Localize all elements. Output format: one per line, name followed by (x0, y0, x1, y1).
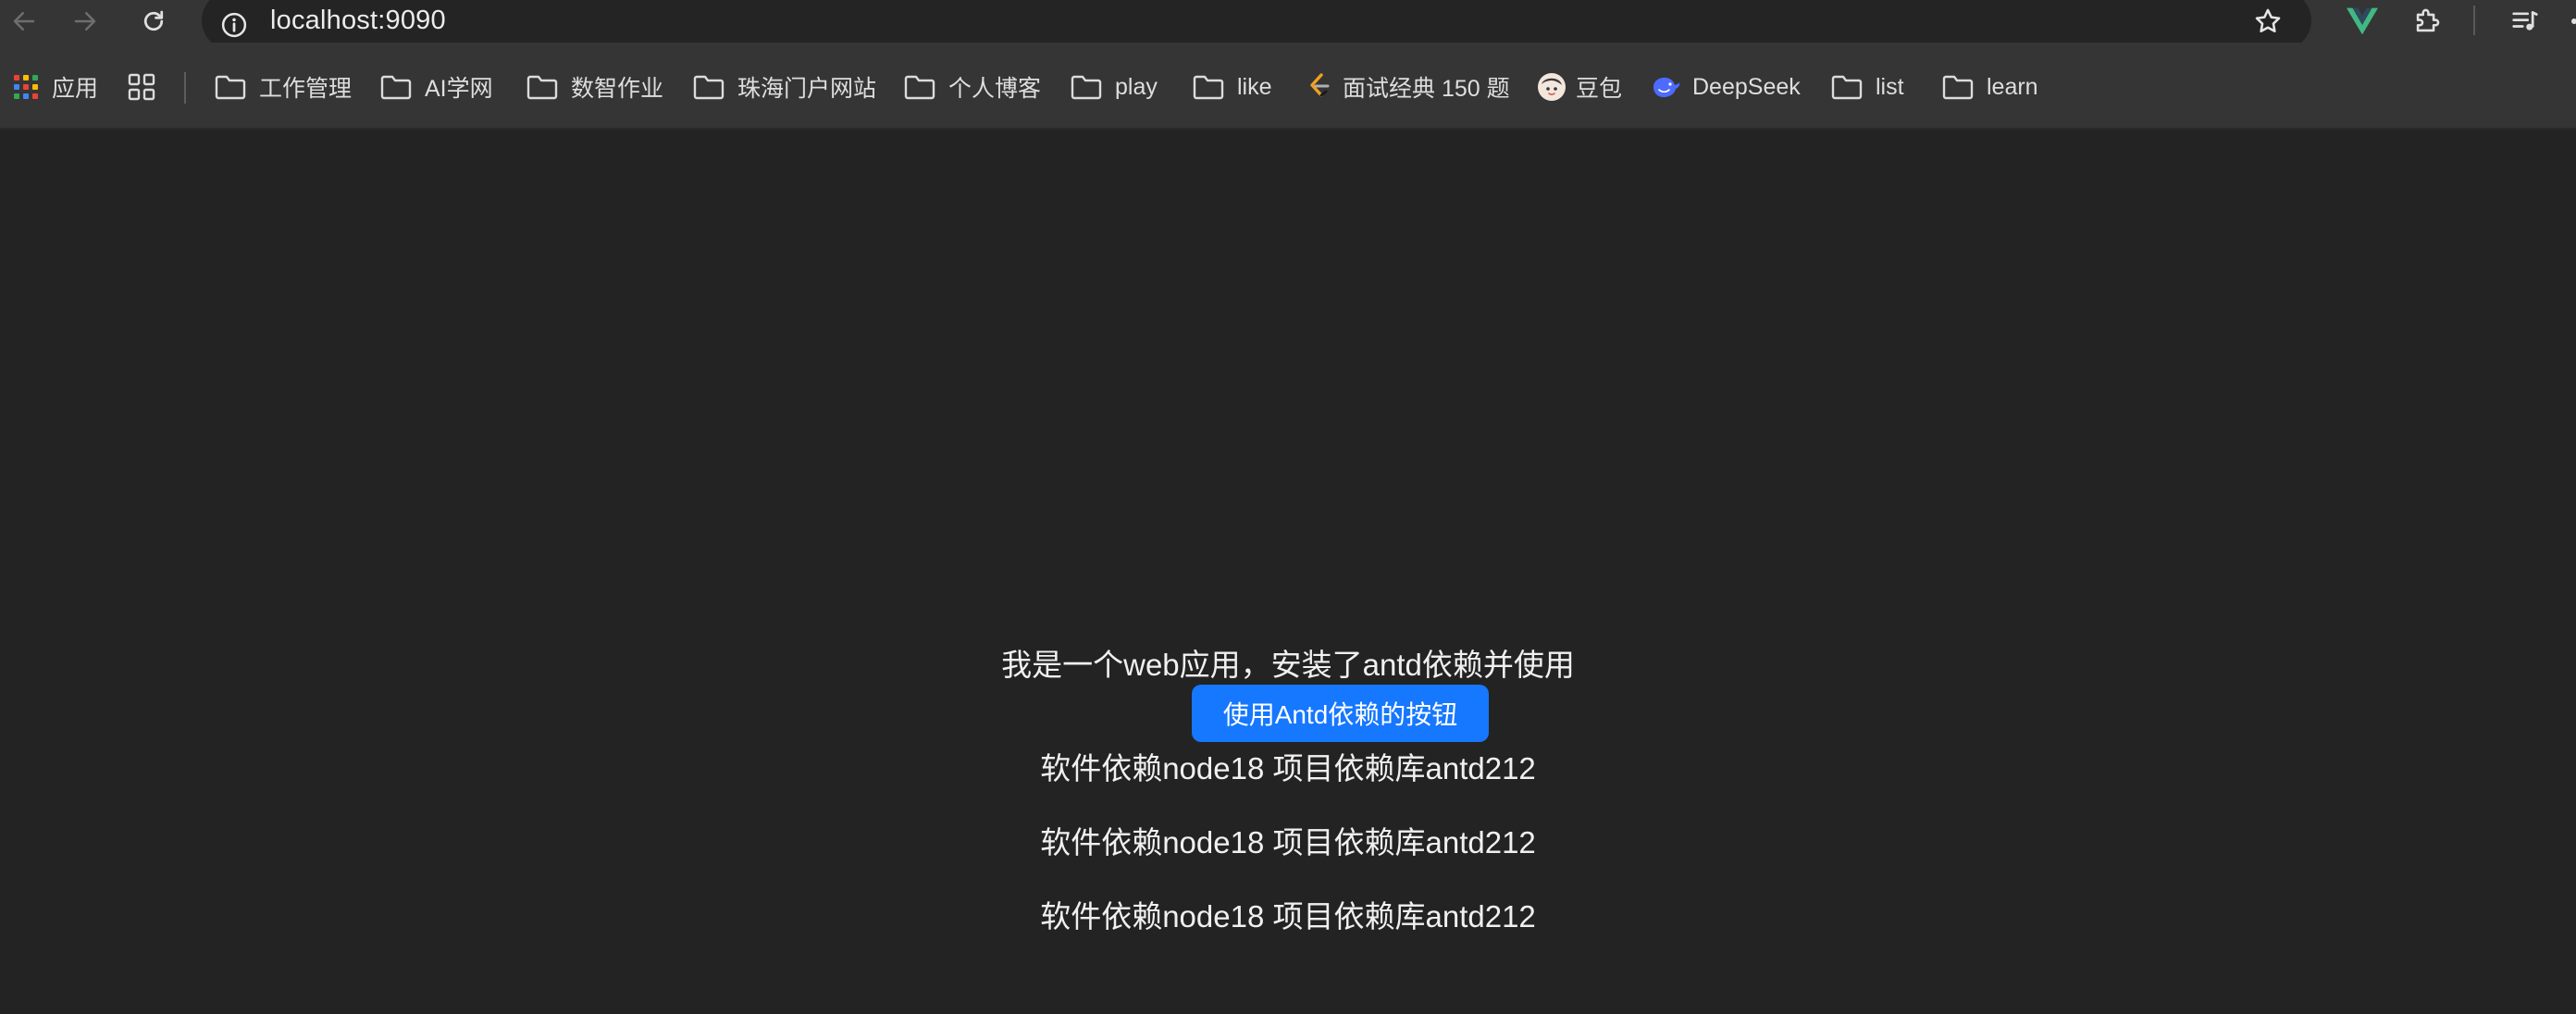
reload-button[interactable] (130, 0, 178, 43)
toolbar-divider (2473, 6, 2475, 35)
folder-icon (904, 74, 935, 100)
bookmarks-divider (184, 72, 186, 104)
url-text[interactable]: localhost:9090 (270, 6, 446, 36)
site-info-icon[interactable] (220, 11, 248, 43)
folder-icon (1831, 74, 1863, 100)
back-button[interactable] (0, 0, 48, 43)
folder-icon (526, 74, 558, 100)
bookmark-folder-ai[interactable]: AI学网 (380, 70, 493, 104)
apps-grid-icon (13, 74, 39, 100)
page-content: 我是一个web应用，安装了antd依赖并使用 使用Antd依赖的按钮 软件依赖n… (0, 130, 2576, 1014)
puzzle-icon (2416, 8, 2440, 32)
bookmark-label: 应用 (52, 76, 99, 102)
bookmark-label: 豆包 (1576, 76, 1623, 102)
bookmark-folder-list[interactable]: list (1831, 70, 1904, 104)
extensions-button[interactable] (2406, 0, 2448, 43)
bookmark-label: 数智作业 (571, 76, 664, 102)
profile-menu-button[interactable] (2559, 0, 2576, 43)
folder-icon (1193, 74, 1224, 100)
tab-groups-icon (128, 73, 155, 101)
bookmark-tab-groups[interactable] (128, 70, 155, 104)
deepseek-icon (1652, 74, 1681, 100)
intro-text: 我是一个web应用，安装了antd依赖并使用 (1001, 648, 1575, 682)
bookmarks-bar: 应用 工作管理 AI学网 数智作业 珠海门户网站 个人博客 play like … (0, 43, 2576, 130)
bookmark-label: DeepSeek (1692, 73, 1801, 100)
bookmark-label: like (1237, 73, 1272, 100)
folder-icon (380, 74, 412, 100)
bookmark-folder-blog[interactable]: 个人博客 (904, 70, 1041, 104)
arrow-right-icon (74, 12, 96, 31)
bookmark-star-icon[interactable] (2252, 6, 2284, 42)
bookmark-label: 珠海门户网站 (737, 76, 877, 102)
dependency-line: 软件依赖node18 项目依赖库antd212 (1040, 825, 1536, 859)
bookmark-folder-learn[interactable]: learn (1942, 70, 2038, 104)
bookmark-label: 面试经典 150 题 (1343, 76, 1510, 102)
bookmark-doubao[interactable]: 豆包 (1537, 70, 1622, 104)
browser-toolbar: localhost:9090 (0, 0, 2576, 50)
bookmark-label: AI学网 (425, 76, 493, 102)
bookmark-folder-portal[interactable]: 珠海门户网站 (693, 70, 876, 104)
folder-icon (1071, 74, 1102, 100)
folder-icon (1942, 74, 1974, 100)
bookmark-folder-work[interactable]: 工作管理 (215, 70, 352, 104)
bookmark-label: play (1115, 73, 1158, 100)
doubao-icon (1537, 72, 1567, 102)
bookmark-folder-like[interactable]: like (1193, 70, 1272, 104)
forward-button[interactable] (61, 0, 109, 43)
vue-devtools-extension[interactable] (2341, 0, 2384, 43)
folder-icon (693, 74, 724, 100)
bookmark-label: list (1876, 73, 1904, 100)
dependency-line: 软件依赖node18 项目依赖库antd212 (1040, 899, 1536, 934)
folder-icon (215, 74, 246, 100)
leetcode-icon (1306, 72, 1333, 102)
media-queue-icon (2512, 11, 2538, 31)
bookmark-deepseek[interactable]: DeepSeek (1652, 70, 1801, 104)
bookmark-folder-homework[interactable]: 数智作业 (526, 70, 663, 104)
reading-list-button[interactable] (2504, 0, 2546, 43)
bookmark-apps[interactable]: 应用 (13, 70, 98, 104)
arrow-left-icon (13, 12, 35, 31)
more-icon (2571, 19, 2576, 24)
bookmark-label: 工作管理 (259, 76, 353, 102)
reload-icon (143, 10, 164, 31)
bookmark-label: learn (1987, 73, 2038, 100)
vue-icon (2347, 7, 2378, 35)
bookmark-folder-play[interactable]: play (1071, 70, 1158, 104)
antd-button[interactable]: 使用Antd依赖的按钮 (1192, 685, 1489, 742)
bookmark-leetcode[interactable]: 面试经典 150 题 (1306, 70, 1510, 104)
dependency-line: 软件依赖node18 项目依赖库antd212 (1040, 751, 1536, 785)
bookmark-label: 个人博客 (948, 76, 1042, 102)
